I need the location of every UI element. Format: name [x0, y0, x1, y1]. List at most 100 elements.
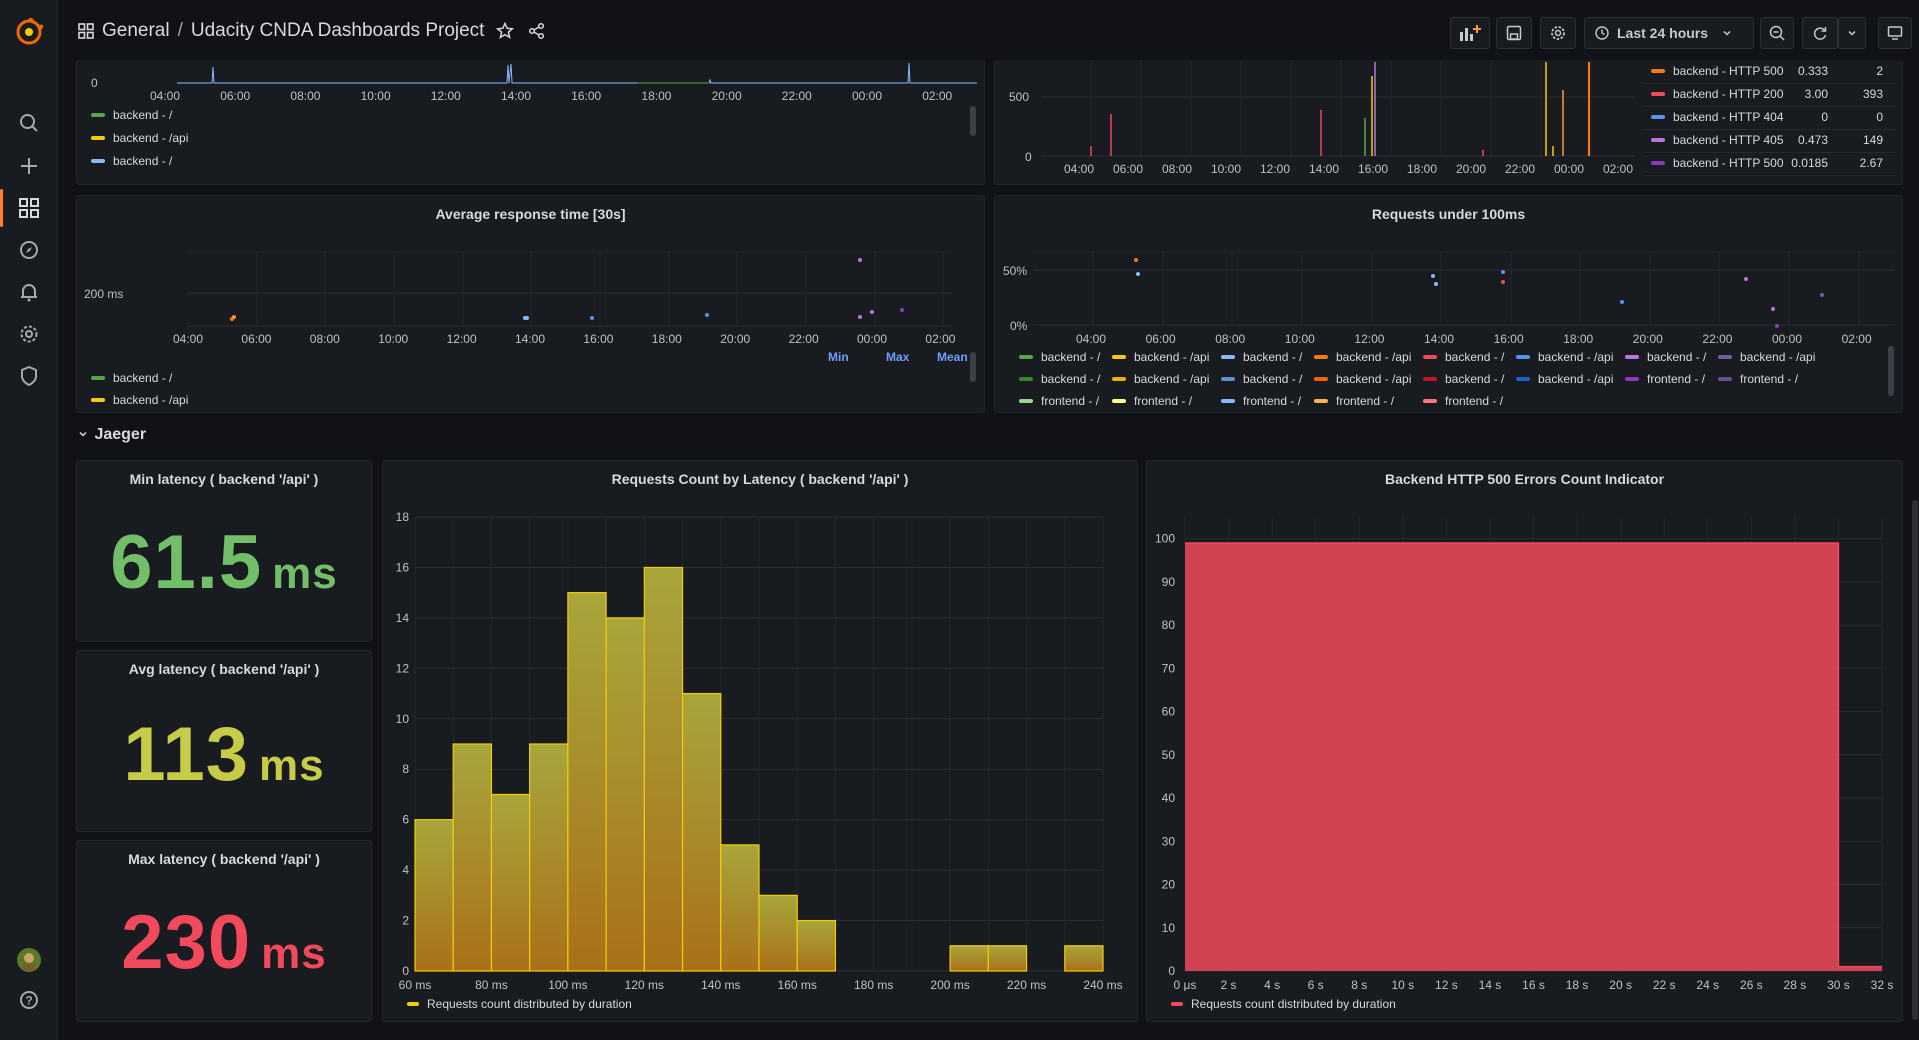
legend-row[interactable]: backend - HTTP 500 0.333 2 [1651, 64, 1891, 78]
legend-label: backend - HTTP 200 [1673, 87, 1784, 101]
histogram-bar[interactable] [796, 919, 837, 972]
legend-item[interactable]: backend - /api [1516, 350, 1613, 364]
legend-row[interactable]: backend - HTTP 404 0 0 [1651, 110, 1891, 124]
legend-item[interactable]: backend - / [91, 154, 172, 168]
legend-item[interactable]: frontend - / [1019, 394, 1099, 408]
x-tick-label: 18:00 [641, 89, 672, 103]
histogram-bar[interactable] [452, 743, 493, 972]
legend-swatch [1221, 399, 1235, 403]
time-picker[interactable]: Last 24 hours [1584, 17, 1754, 49]
alerting-icon[interactable] [17, 280, 41, 304]
legend-label: frontend - / [1336, 394, 1395, 408]
tv-mode-button[interactable] [1878, 17, 1912, 49]
legend-item[interactable]: Requests count distributed by duration [407, 997, 632, 1011]
star-icon[interactable] [496, 22, 515, 40]
legend-item[interactable]: backend - / [1221, 350, 1302, 364]
legend-header-mean[interactable]: Mean [937, 350, 968, 364]
histogram-bar[interactable] [1064, 945, 1104, 972]
legend-item[interactable]: backend - /api [1516, 372, 1613, 386]
legend-scrollbar[interactable] [1888, 346, 1894, 396]
legend-item[interactable]: backend - /api [1314, 372, 1411, 386]
dashboard-settings-button[interactable] [1540, 17, 1576, 49]
y-tick-label: 80 [1162, 618, 1176, 632]
legend-row[interactable]: backend - HTTP 500 0.0185 2.67 [1651, 156, 1891, 170]
dashboards-icon [78, 23, 94, 39]
histogram-bar[interactable] [490, 793, 531, 972]
plus-icon[interactable] [17, 154, 41, 178]
histogram-bar[interactable] [643, 566, 684, 972]
histogram-bar[interactable] [987, 945, 1028, 972]
x-tick-label: 02:00 [1841, 332, 1872, 346]
legend-item[interactable]: frontend - / [1423, 394, 1503, 408]
legend-item[interactable]: backend - / [91, 371, 172, 385]
legend-item[interactable]: backend - /api [1112, 372, 1209, 386]
legend-item[interactable]: backend - /api [91, 393, 188, 407]
zoom-out-button[interactable] [1760, 17, 1794, 49]
legend-header-min[interactable]: Min [828, 350, 849, 364]
stat-number: 230 [121, 900, 252, 985]
legend-item[interactable]: frontend - / [1625, 372, 1705, 386]
legend-scrollbar[interactable] [970, 352, 976, 382]
shield-icon[interactable] [17, 364, 41, 388]
legend-label: backend - /api [113, 131, 189, 145]
help-icon[interactable]: ? [17, 988, 41, 1012]
legend-scrollbar[interactable] [970, 106, 976, 136]
refresh-interval-dropdown[interactable] [1838, 17, 1866, 49]
legend-item[interactable]: backend - / [1423, 372, 1504, 386]
histogram-bar[interactable] [681, 692, 722, 972]
legend-item[interactable]: backend - /api [91, 131, 188, 145]
share-icon[interactable] [528, 22, 546, 40]
error-area[interactable] [1185, 542, 1882, 971]
search-icon[interactable] [17, 111, 41, 135]
histogram-bar[interactable] [605, 617, 645, 972]
legend-label: frontend - / [1647, 372, 1706, 386]
x-tick-label: 14 s [1479, 978, 1502, 991]
legend-item[interactable]: frontend - / [1112, 394, 1192, 408]
legend-item[interactable]: frontend - / [1221, 394, 1301, 408]
x-tick-label: 00:00 [857, 332, 888, 346]
legend-swatch [1423, 399, 1437, 403]
legend-row[interactable]: backend - HTTP 200 3.00 393 [1651, 87, 1891, 101]
legend-item[interactable]: backend - / [91, 108, 172, 122]
settings-icon[interactable] [17, 322, 41, 346]
folder-link[interactable]: General [102, 20, 170, 42]
legend-item[interactable]: backend - /api [1112, 350, 1209, 364]
grafana-logo[interactable] [15, 18, 43, 46]
legend-item[interactable]: backend - / [1221, 372, 1302, 386]
refresh-button[interactable] [1802, 17, 1838, 49]
legend-item[interactable]: Requests count distributed by duration [1171, 997, 1396, 1011]
avatar[interactable] [17, 948, 41, 972]
legend-item[interactable]: backend - /api [1314, 350, 1411, 364]
legend-row-divider [1645, 152, 1897, 153]
row-jaeger[interactable]: Jaeger [78, 426, 146, 444]
explore-icon[interactable] [17, 238, 41, 262]
legend-header-max[interactable]: Max [886, 350, 909, 364]
histogram-bar[interactable] [720, 844, 760, 972]
dashboard-title[interactable]: Udacity CNDA Dashboards Project [191, 20, 485, 42]
x-tick-label: 06:00 [241, 332, 272, 346]
x-tick-label: 00:00 [1554, 162, 1585, 176]
histogram-bar[interactable] [529, 743, 569, 972]
legend-item[interactable]: backend - / [1423, 350, 1504, 364]
legend-item[interactable]: backend - / [1019, 350, 1100, 364]
save-dashboard-button[interactable] [1496, 17, 1532, 49]
legend-item[interactable]: backend - / [1019, 372, 1100, 386]
avg-latency-panel: Avg latency ( backend '/api' ) 113 ms [76, 650, 372, 832]
legend-item[interactable]: backend - /api [1718, 350, 1815, 364]
histogram-bar[interactable] [567, 592, 607, 972]
legend-value-current: 0 [1821, 110, 1828, 124]
histogram-bar[interactable] [414, 819, 454, 972]
x-tick-label: 02:00 [925, 332, 956, 346]
histogram-bar[interactable] [758, 894, 798, 972]
legend-item[interactable]: frontend - / [1314, 394, 1394, 408]
page-scrollbar[interactable] [1912, 500, 1918, 1020]
dashboards-icon[interactable] [17, 196, 41, 220]
legend-row-divider [1645, 129, 1897, 130]
histogram-bar[interactable] [949, 945, 989, 972]
add-panel-button[interactable] [1450, 17, 1490, 49]
time-range-label: Last 24 hours [1617, 25, 1709, 41]
legend-item[interactable]: frontend - / [1718, 372, 1798, 386]
legend-item[interactable]: backend - / [1625, 350, 1706, 364]
panel-title: Max latency ( backend '/api' ) [128, 851, 320, 867]
legend-row[interactable]: backend - HTTP 405 0.473 149 [1651, 133, 1891, 147]
